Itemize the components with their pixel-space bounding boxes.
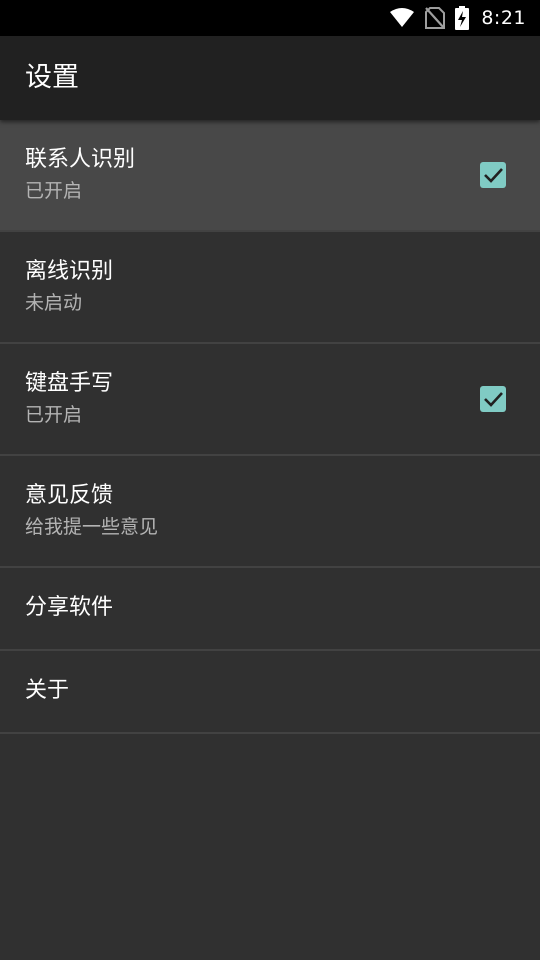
keyboard-handwriting-checkbox[interactable]: [480, 386, 506, 412]
setting-contact-recognition[interactable]: 联系人识别 已开启: [0, 120, 540, 232]
setting-about[interactable]: 关于: [0, 651, 540, 734]
settings-screen: 8:21 设置 联系人识别 已开启 离线识别 未启动 键盘手写 已开启 意见反馈…: [0, 0, 540, 960]
battery-charging-icon: [455, 6, 470, 30]
setting-summary: 未启动: [25, 292, 83, 314]
status-time: 8:21: [481, 7, 526, 29]
setting-title: 分享软件: [25, 595, 114, 620]
setting-feedback[interactable]: 意见反馈 给我提一些意见: [0, 456, 540, 568]
setting-title: 键盘手写: [25, 371, 114, 396]
setting-summary: 已开启: [25, 404, 83, 426]
check-icon: [484, 392, 503, 407]
settings-list: 联系人识别 已开启 离线识别 未启动 键盘手写 已开启 意见反馈 给我提一些意见…: [0, 120, 540, 734]
setting-share-app[interactable]: 分享软件: [0, 568, 540, 651]
app-bar: 设置: [0, 36, 540, 120]
page-title: 设置: [25, 62, 79, 93]
setting-summary: 给我提一些意见: [25, 516, 159, 538]
setting-title: 离线识别: [25, 259, 114, 284]
no-sim-icon: [425, 7, 446, 29]
setting-keyboard-handwriting[interactable]: 键盘手写 已开启: [0, 344, 540, 456]
setting-title: 意见反馈: [25, 483, 114, 508]
setting-summary: 已开启: [25, 180, 83, 202]
wifi-icon: [389, 8, 415, 28]
check-icon: [484, 168, 503, 183]
setting-title: 联系人识别: [25, 147, 136, 172]
setting-offline-recognition[interactable]: 离线识别 未启动: [0, 232, 540, 344]
setting-title: 关于: [25, 678, 70, 703]
contact-recognition-checkbox[interactable]: [480, 162, 506, 188]
status-bar: 8:21: [0, 0, 540, 36]
